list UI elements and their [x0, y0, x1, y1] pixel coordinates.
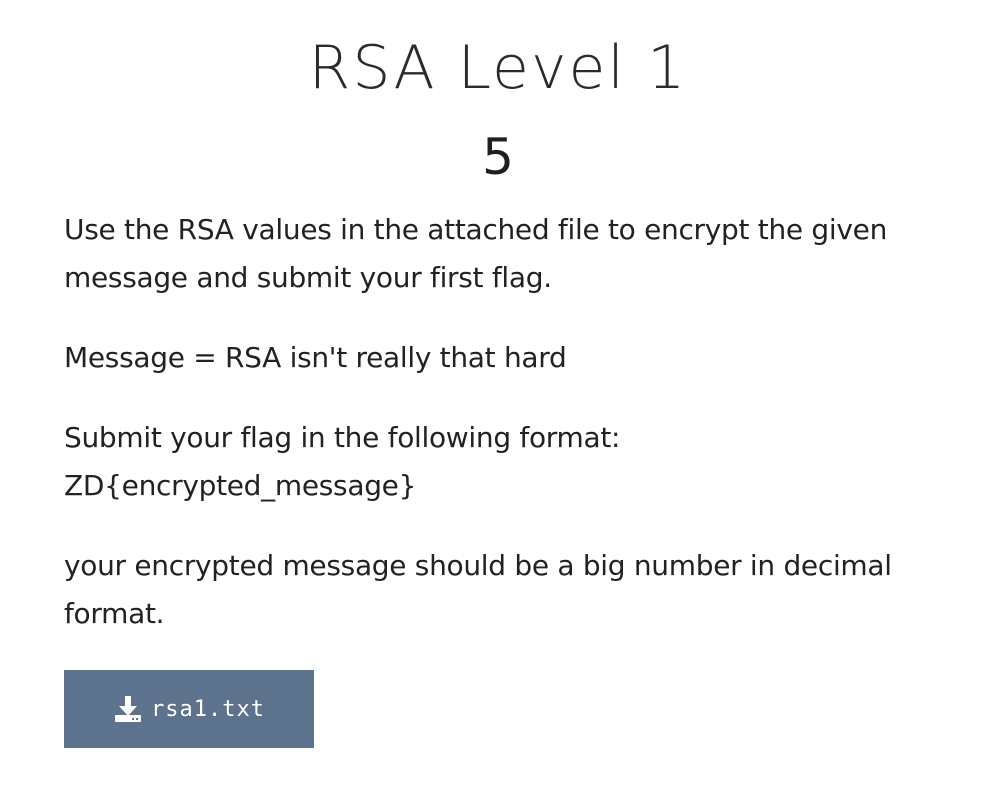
description-message: Message = RSA isn't really that hard — [64, 341, 567, 374]
flag-format-intro: Submit your flag in the following format… — [64, 421, 621, 454]
download-filename: rsa1.txt — [151, 696, 265, 722]
download-icon — [113, 694, 143, 724]
challenge-title: RSA Level 1 — [308, 33, 688, 103]
description-paragraph: Use the RSA values in the attached file … — [64, 213, 888, 294]
description-flag-format: Submit your flag in the following format… — [64, 414, 924, 510]
download-file-button[interactable]: rsa1.txt — [64, 670, 314, 748]
challenge-description: Use the RSA values in the attached file … — [64, 206, 924, 670]
flag-format-template: ZD{encrypted_message} — [64, 469, 417, 502]
challenge-points: 5 — [482, 128, 514, 186]
description-note: your encrypted message should be a big n… — [64, 549, 892, 630]
